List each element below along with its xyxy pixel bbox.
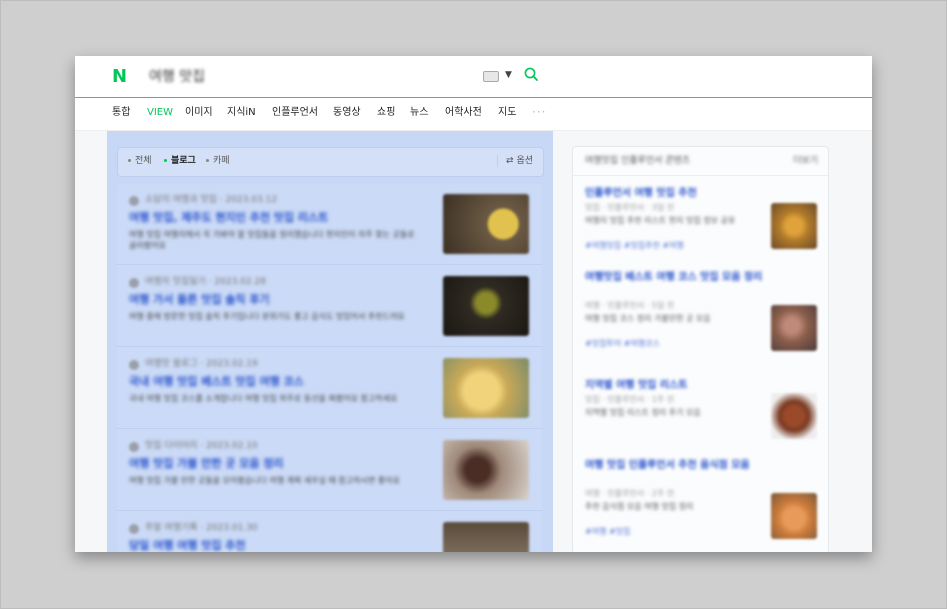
subtab-blog[interactable]: 블로그 xyxy=(164,155,196,167)
subtab-label: 카페 xyxy=(213,156,230,166)
influencer-item-title[interactable]: 지역별 여행 맛집 리스트 xyxy=(585,379,805,393)
result-thumbnail[interactable] xyxy=(443,276,529,336)
influencer-item-title[interactable]: 인플루언서 여행 맛집 추천 xyxy=(585,187,805,201)
influencer-item-tags[interactable]: #여행맛집 #맛집추천 #여행 xyxy=(585,241,684,251)
result-thumbnail[interactable] xyxy=(443,358,529,418)
result-snippet: 국내 여행 맛집 코스를 소개합니다 여행 맛집 위주로 동선을 짜봤어요 참고… xyxy=(129,394,398,403)
subtab-label: 블로그 xyxy=(171,156,196,166)
influencer-item-snippet: 여행 맛집 코스 정리 가볼만한 곳 모음 xyxy=(585,314,711,323)
search-input[interactable]: 여행 맛집 xyxy=(149,67,205,87)
influencer-panel-header: 여행맛집 인플루언서 콘텐츠 더보기 xyxy=(573,147,828,176)
avatar xyxy=(129,360,139,370)
result-thumbnail[interactable] xyxy=(443,522,529,552)
influencer-item-thumbnail[interactable] xyxy=(771,493,817,539)
result-author[interactable]: 맛집 다이어리 · 2023.02.10 xyxy=(145,440,258,452)
influencer-item-snippet: 여행지 맛집 추천 리스트 현지 맛집 정보 공유 xyxy=(585,216,736,225)
tab-images[interactable]: 이미지 xyxy=(185,106,213,120)
influencer-item-meta: 맛집 · 인플루언서 · 1주 전 xyxy=(585,395,675,404)
result-snippet: 여행 맛집 가볼 만한 곳들을 모아봤습니다 여행 계획 세우실 때 참고하시면… xyxy=(129,476,400,485)
more-tabs-icon[interactable]: ··· xyxy=(532,105,546,119)
view-results-pane-highlighted: 전체 블로그 카페 ⇄ 옵션 소담의 여행과 맛집 · 2023.03.12 여… xyxy=(107,131,553,552)
result-snippet: 여행 중에 방문한 맛집 솔직 후기입니다 분위기도 좋고 음식도 맛있어서 추… xyxy=(129,312,405,321)
result-item[interactable]: 여행자 맛집일기 · 2023.02.28 여행 가서 들른 맛집 솔직 후기 … xyxy=(117,266,542,347)
result-item[interactable]: 여행맛 블로그 · 2023.02.19 국내 여행 맛집 베스트 맛집 여행 … xyxy=(117,348,542,429)
result-list: 소담의 여행과 맛집 · 2023.03.12 여행 맛집, 제주도 현지인 추… xyxy=(117,184,542,552)
view-subtabs: 전체 블로그 카페 ⇄ 옵션 xyxy=(117,147,544,177)
result-item[interactable]: 맛집 다이어리 · 2023.02.10 여행 맛집 가볼 만한 곳 모음 정리… xyxy=(117,430,542,511)
result-snippet: 여행 맛집 여행지에서 꼭 가봐야 할 맛집들을 정리했습니다 현지인이 자주 … xyxy=(129,230,415,250)
tab-influencer[interactable]: 인플루언서 xyxy=(272,106,318,120)
tab-video[interactable]: 동영상 xyxy=(333,106,361,120)
influencer-item-tags[interactable]: #여행 #맛집 xyxy=(585,527,630,537)
keyboard-icon[interactable] xyxy=(483,71,499,82)
result-thumbnail[interactable] xyxy=(443,194,529,254)
result-author[interactable]: 소담의 여행과 맛집 · 2023.03.12 xyxy=(145,194,277,206)
subtab-cafe[interactable]: 카페 xyxy=(206,155,230,167)
influencer-panel: 여행맛집 인플루언서 콘텐츠 더보기 인플루언서 여행 맛집 추천 맛집 · 인… xyxy=(572,146,829,552)
tab-news[interactable]: 뉴스 xyxy=(410,106,428,120)
naver-logo[interactable]: N xyxy=(112,67,127,87)
influencer-item-thumbnail[interactable] xyxy=(771,393,817,439)
influencer-item-meta: 여행 · 인플루언서 · 2주 전 xyxy=(585,489,675,498)
category-tabs: 통합 VIEW 이미지 지식iN 인플루언서 동영상 쇼핑 뉴스 어학사전 지도… xyxy=(75,98,872,131)
result-title[interactable]: 여행 가서 들른 맛집 솔직 후기 xyxy=(129,293,419,307)
result-title[interactable]: 당일 여행 여행 맛집 추천 xyxy=(129,539,419,552)
result-author[interactable]: 주말 여행기록 · 2023.01.30 xyxy=(145,522,258,534)
tab-knowledge-in[interactable]: 지식iN xyxy=(227,106,256,120)
influencer-item-title[interactable]: 여행 맛집 인플루언서 추천 음식점 모음 xyxy=(585,459,805,473)
influencer-item[interactable]: 인플루언서 여행 맛집 추천 맛집 · 인플루언서 · 3일 전 여행지 맛집 … xyxy=(573,187,828,267)
search-header: N 여행 맛집 ▼ xyxy=(75,56,872,98)
options-button[interactable]: ⇄ 옵션 xyxy=(497,155,533,167)
influencer-item[interactable]: 여행맛집 베스트 여행 코스 맛집 모음 정리 여행 · 인플루언서 · 5일 … xyxy=(573,271,828,363)
avatar xyxy=(129,278,139,288)
influencer-item-meta: 맛집 · 인플루언서 · 3일 전 xyxy=(585,203,675,212)
influencer-item[interactable]: 지역별 여행 맛집 리스트 맛집 · 인플루언서 · 1주 전 지역별 맛집 리… xyxy=(573,379,828,449)
result-title[interactable]: 여행 맛집 가볼 만한 곳 모음 정리 xyxy=(129,457,419,471)
avatar xyxy=(129,524,139,534)
bullet-icon xyxy=(164,159,167,162)
bullet-icon xyxy=(206,159,209,162)
result-item[interactable]: 주말 여행기록 · 2023.01.30 당일 여행 여행 맛집 추천 xyxy=(117,512,542,552)
influencer-item-snippet: 추천 음식점 모음 여행 맛집 정리 xyxy=(585,502,694,511)
results-area: 전체 블로그 카페 ⇄ 옵션 소담의 여행과 맛집 · 2023.03.12 여… xyxy=(75,131,872,552)
result-item[interactable]: 소담의 여행과 맛집 · 2023.03.12 여행 맛집, 제주도 현지인 추… xyxy=(117,184,542,265)
influencer-item-meta: 여행 · 인플루언서 · 5일 전 xyxy=(585,301,675,310)
influencer-panel-title: 여행맛집 인플루언서 콘텐츠 xyxy=(585,156,691,166)
tab-integrated[interactable]: 통합 xyxy=(112,106,130,120)
browser-window: N 여행 맛집 ▼ 통합 VIEW 이미지 지식iN 인플루언서 동영상 쇼핑 … xyxy=(75,56,872,552)
result-title[interactable]: 여행 맛집, 제주도 현지인 추천 맛집 리스트 xyxy=(129,211,419,225)
avatar xyxy=(129,442,139,452)
influencer-item-thumbnail[interactable] xyxy=(771,203,817,249)
avatar xyxy=(129,196,139,206)
tab-map[interactable]: 지도 xyxy=(498,106,516,120)
tab-view[interactable]: VIEW xyxy=(147,106,173,120)
caret-down-icon[interactable]: ▼ xyxy=(505,69,512,81)
tab-dictionary[interactable]: 어학사전 xyxy=(445,106,482,120)
result-title[interactable]: 국내 여행 맛집 베스트 맛집 여행 코스 xyxy=(129,375,419,389)
influencer-item-tags[interactable]: #맛집투어 #여행코스 xyxy=(585,339,660,349)
subtab-all[interactable]: 전체 xyxy=(128,155,152,167)
tab-shopping[interactable]: 쇼핑 xyxy=(377,106,395,120)
result-author[interactable]: 여행자 맛집일기 · 2023.02.28 xyxy=(145,276,266,288)
more-link[interactable]: 더보기 xyxy=(793,155,818,167)
subtab-label: 전체 xyxy=(135,156,152,166)
search-icon[interactable] xyxy=(524,67,538,81)
result-author[interactable]: 여행맛 블로그 · 2023.02.19 xyxy=(145,358,258,370)
influencer-item-title[interactable]: 여행맛집 베스트 여행 코스 맛집 모음 정리 xyxy=(585,271,805,285)
influencer-item-thumbnail[interactable] xyxy=(771,305,817,351)
result-thumbnail[interactable] xyxy=(443,440,529,500)
options-label: 옵션 xyxy=(516,156,533,166)
bullet-icon xyxy=(128,159,131,162)
influencer-item[interactable]: 여행 맛집 인플루언서 추천 음식점 모음 여행 · 인플루언서 · 2주 전 … xyxy=(573,459,828,551)
influencer-item-snippet: 지역별 맛집 리스트 정리 후기 모음 xyxy=(585,408,701,417)
